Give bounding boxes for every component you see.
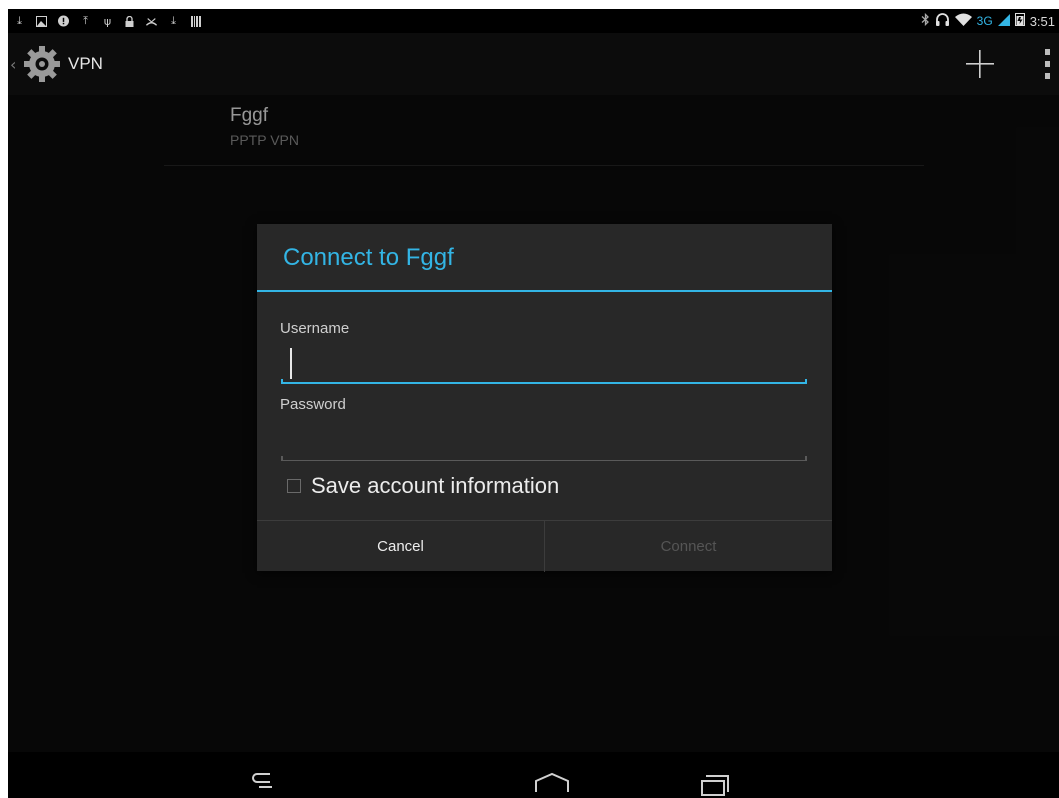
image-icon (36, 15, 47, 28)
battery-icon (1014, 13, 1025, 29)
text-cursor (290, 348, 292, 379)
wifi-icon (954, 13, 972, 29)
usb-icon: ψ (103, 14, 112, 28)
device-screen: ⤓ ⤒ ψ ⤓ 3G 3:51 ‹ VPN Fggf PPTP VPN Conn… (8, 9, 1059, 798)
save-account-checkbox[interactable] (287, 479, 301, 493)
up-caret-icon[interactable]: ‹ (10, 55, 16, 74)
barcode-icon (190, 15, 201, 28)
connect-dialog: Connect to Fggf Username Password Save a… (257, 224, 832, 572)
headset-icon (935, 13, 950, 29)
save-account-label: Save account information (311, 473, 560, 498)
overflow-dot (1044, 49, 1050, 55)
plus-icon (966, 50, 994, 78)
alert-icon (58, 15, 69, 28)
action-bar: ‹ VPN (8, 33, 1059, 95)
connect-button[interactable]: Connect (545, 521, 832, 572)
bluetooth-icon (921, 12, 930, 29)
title-divider (257, 290, 832, 292)
network-type-label: 3G (976, 14, 993, 28)
password-label: Password (280, 396, 346, 413)
cancel-button[interactable]: Cancel (257, 521, 545, 572)
download-icon: ⤓ (171, 14, 176, 27)
overflow-dot (1044, 73, 1050, 79)
notification-icons: ⤓ ⤒ ψ ⤓ (14, 9, 201, 33)
recent-apps-button[interactable] (686, 752, 746, 798)
username-label: Username (280, 320, 350, 337)
username-input[interactable] (281, 346, 807, 384)
password-input[interactable] (281, 424, 807, 462)
add-vpn-button[interactable] (963, 47, 997, 81)
dialog-button-bar: Cancel Connect (257, 520, 832, 572)
action-bar-title: VPN (68, 54, 103, 73)
username-underline (281, 379, 807, 384)
dialog-title: Connect to Fggf (283, 244, 454, 271)
download-icon: ⤓ (17, 14, 22, 27)
overflow-dot (1044, 61, 1050, 67)
save-account-checkbox-row[interactable]: Save account information (287, 471, 559, 501)
signal-icon (997, 13, 1010, 29)
back-arrow-icon (252, 773, 272, 788)
back-button[interactable] (232, 752, 292, 798)
navigation-bar (8, 752, 1059, 798)
lock-icon (124, 15, 135, 28)
home-icon (535, 772, 569, 792)
overflow-menu-button[interactable] (1042, 49, 1052, 79)
missed-call-icon (146, 15, 157, 28)
settings-gear-icon[interactable] (22, 44, 62, 84)
recent-apps-icon (701, 775, 729, 796)
home-button[interactable] (522, 752, 582, 798)
upload-icon: ⤒ (83, 14, 88, 27)
clock: 3:51 (1029, 13, 1055, 29)
password-underline (281, 456, 807, 461)
system-status-icons: 3G 3:51 (921, 9, 1055, 33)
status-bar: ⤓ ⤒ ψ ⤓ 3G 3:51 (8, 9, 1059, 33)
